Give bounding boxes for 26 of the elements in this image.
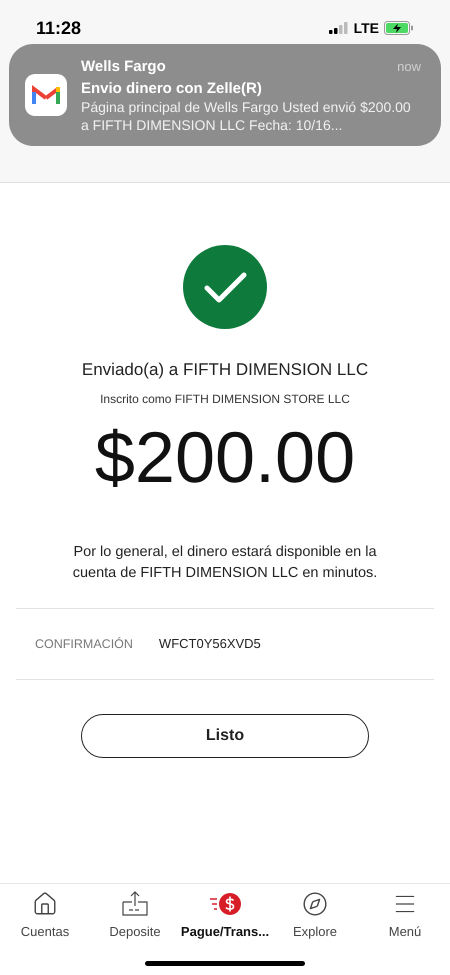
notification-app-name: Wells Fargo	[81, 57, 166, 77]
signal-icon	[328, 22, 349, 34]
confirmation-code: WFCT0Y56XVD5	[158, 635, 261, 654]
availability-message: Por lo general, el dinero estará disponible en la cuenta de FIFTH DIMENSION LLC en minutos.	[72, 543, 378, 583]
checkmark-circle-icon	[183, 244, 267, 328]
tab-bar-item[interactable]: Pague/Trans...	[180, 890, 270, 942]
tab-bar-item[interactable]: Explore	[270, 890, 360, 942]
compass-icon	[302, 891, 328, 917]
envelope-m-icon	[32, 84, 60, 106]
notification-title: Envio dinero con Zelle(R)	[81, 78, 263, 98]
tab-bar-item[interactable]: Cuentas	[0, 890, 90, 942]
notification-time: now	[397, 58, 421, 76]
recipient-text: Enviado(a) a FIFTH DIMENSION LLC	[82, 358, 368, 380]
amount-text: $200.00	[94, 417, 356, 500]
tab-bar-item[interactable]: Deposite	[90, 890, 180, 942]
dollar-coin-icon	[208, 891, 242, 917]
clock-time: 11:28	[36, 16, 82, 40]
battery-charging-icon	[384, 21, 414, 35]
notification-body: Página principal de Wells Fargo Usted envió $200.00 a FIFTH DIMENSION LLC Fecha: 10/16...	[81, 98, 412, 134]
done-button[interactable]: Listo	[81, 714, 369, 758]
network-label: LTE	[354, 18, 379, 38]
enrolled-name-text: Inscrito como FIFTH DIMENSION STORE LLC	[100, 391, 350, 408]
tab-bar-item[interactable]: Menú	[360, 890, 450, 942]
house-icon	[32, 891, 58, 917]
deposit-icon	[121, 890, 149, 918]
confirmation-label: CONFIRMACIÓN	[35, 636, 133, 653]
